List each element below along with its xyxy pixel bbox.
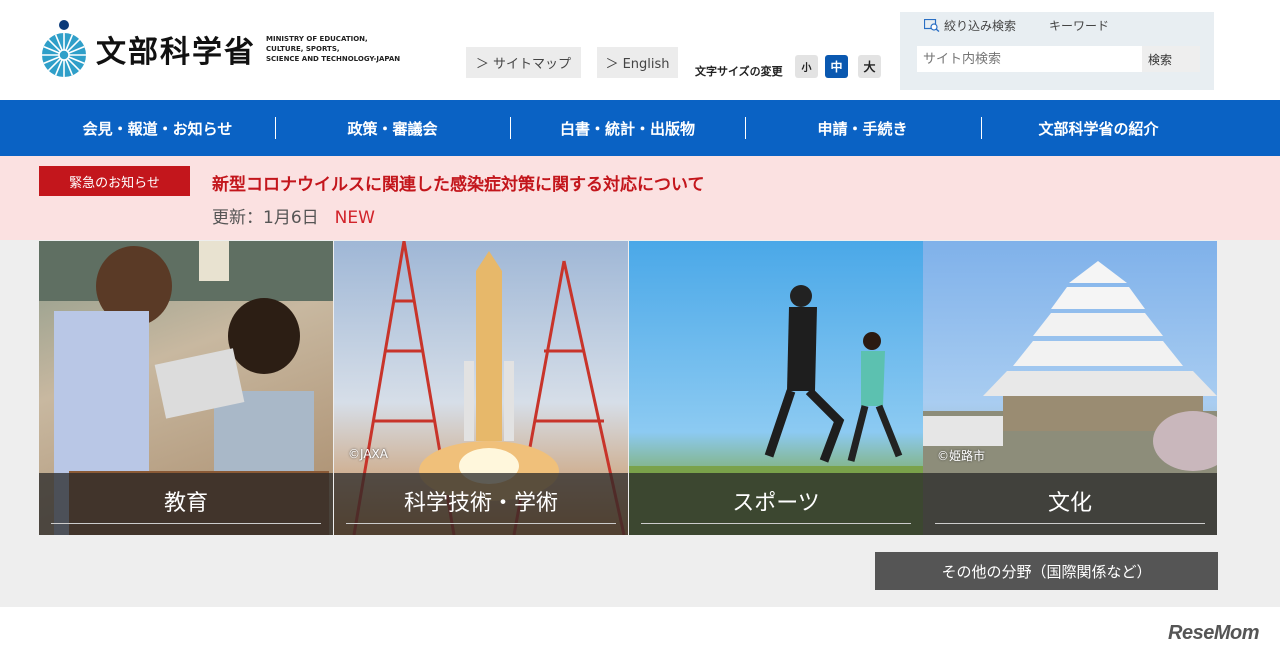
site-logo[interactable]: 文部科学省 MINISTRY OF EDUCATION, CULTURE, SP… (40, 18, 406, 80)
emergency-badge: 緊急のお知らせ (39, 166, 190, 196)
nav-item-applications[interactable]: 申請・手続き (745, 100, 980, 156)
keyword-tab[interactable]: キーワード (1049, 17, 1109, 34)
emergency-notice: 緊急のお知らせ 新型コロナウイルスに関連した感染症対策に関する対応について 更新… (0, 156, 1280, 240)
tile-label: スポーツ (732, 491, 820, 516)
logo-english-name: MINISTRY OF EDUCATION, CULTURE, SPORTS, … (266, 34, 406, 64)
new-badge: NEW (334, 208, 375, 228)
update-date: 更新：1月6日 (212, 208, 319, 228)
english-button[interactable]: ＞ English (597, 47, 678, 78)
site-header: 文部科学省 MINISTRY OF EDUCATION, CULTURE, SP… (0, 0, 1280, 100)
fontsize-medium-button[interactable]: 中 (825, 55, 848, 78)
filter-search-label: 絞り込み検索 (944, 19, 1017, 33)
logo-en-line: CULTURE, SPORTS, (266, 45, 340, 53)
search-button[interactable]: 検索 (1142, 46, 1200, 72)
search-panel: 絞り込み検索 キーワード 検索 (900, 12, 1214, 90)
fontsize-label: 文字サイズの変更 (695, 65, 783, 78)
tile-caption: スポーツ (629, 473, 923, 535)
caption-underline (346, 523, 616, 524)
tile-sports[interactable]: スポーツ (629, 241, 923, 535)
photo-credit: ©姫路市 (937, 449, 986, 463)
logo-en-line: MINISTRY OF EDUCATION, (266, 35, 368, 43)
tile-label: 科学技術・学術 (403, 491, 558, 516)
logo-en-line: SCIENCE AND TECHNOLOGY-JAPAN (266, 55, 401, 63)
caption-underline (935, 523, 1205, 524)
tile-label: 教育 (163, 491, 208, 516)
resemom-watermark: ReseMom (1168, 622, 1259, 644)
other-fields-button[interactable]: その他の分野（国際関係など） (875, 552, 1218, 590)
tile-culture[interactable]: ©姫路市 文化 (923, 241, 1217, 535)
sitemap-button[interactable]: ＞ サイトマップ (466, 47, 581, 78)
caption-underline (51, 523, 321, 524)
fontsize-small-button[interactable]: 小 (795, 55, 818, 78)
tile-caption: 教育 (39, 473, 333, 535)
global-nav: 会見・報道・お知らせ 政策・審議会 白書・統計・出版物 申請・手続き 文部科学省… (0, 100, 1280, 156)
search-input[interactable] (917, 46, 1142, 72)
tile-caption: 科学技術・学術 (334, 473, 628, 535)
tile-science[interactable]: ©JAXA 科学技術・学術 (334, 241, 628, 535)
filter-search-icon (924, 19, 940, 32)
emergency-update: 更新：1月6日 NEW (212, 203, 375, 228)
tile-label: 文化 (1047, 491, 1092, 516)
emergency-title-link[interactable]: 新型コロナウイルスに関連した感染症対策に関する対応について (212, 170, 705, 195)
photo-credit: ©JAXA (348, 447, 388, 461)
tile-caption: 文化 (923, 473, 1217, 535)
nav-item-about[interactable]: 文部科学省の紹介 (981, 100, 1216, 156)
filter-search-link[interactable]: 絞り込み検索 (924, 17, 1016, 34)
tile-education[interactable]: 教育 (39, 241, 333, 535)
caption-underline (641, 523, 911, 524)
nav-item-policy[interactable]: 政策・審議会 (275, 100, 510, 156)
mext-emblem-icon (40, 18, 88, 80)
logo-name: 文部科学省 (96, 35, 256, 70)
nav-item-press[interactable]: 会見・報道・お知らせ (40, 100, 275, 156)
nav-item-publications[interactable]: 白書・統計・出版物 (510, 100, 745, 156)
fontsize-large-button[interactable]: 大 (858, 55, 881, 78)
